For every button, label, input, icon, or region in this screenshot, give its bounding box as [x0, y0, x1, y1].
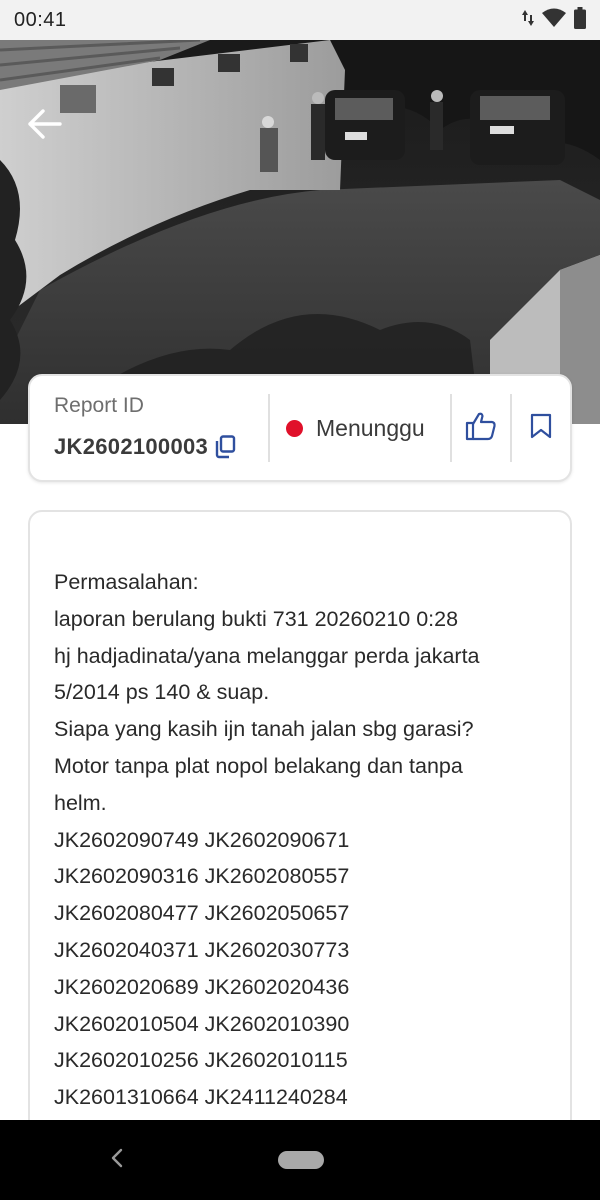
battery-icon [574, 6, 586, 34]
wifi-icon [542, 8, 566, 33]
report-id-section: Report ID JK2602100003 [30, 394, 268, 460]
thumbs-up-icon [465, 411, 497, 446]
navigation-bar [0, 1120, 600, 1200]
status-time: 00:41 [14, 8, 67, 31]
status-badge: Menunggu [270, 415, 450, 442]
report-photo[interactable] [0, 40, 600, 424]
bookmark-icon [530, 413, 552, 444]
nav-back-button[interactable] [104, 1146, 130, 1174]
description-card: Permasalahan: laporan berulang bukti 731… [28, 510, 572, 1200]
copy-icon[interactable] [214, 435, 236, 459]
home-pill-button[interactable] [278, 1151, 324, 1169]
bookmark-button[interactable] [512, 394, 570, 462]
status-icons [522, 6, 586, 34]
upvote-button[interactable] [452, 394, 510, 462]
report-id-row: JK2602100003 [54, 434, 268, 460]
report-summary-card: Report ID JK2602100003 Menunggu [28, 374, 572, 482]
data-arrows-icon [522, 8, 534, 33]
status-text: Menunggu [316, 414, 425, 441]
report-id-value: JK2602100003 [54, 434, 209, 459]
description-text: Permasalahan: laporan berulang bukti 731… [54, 570, 480, 1110]
chevron-left-icon [110, 1148, 124, 1173]
status-bar: 00:41 [0, 0, 600, 40]
arrow-left-icon [26, 108, 62, 140]
back-button[interactable] [22, 102, 66, 146]
report-id-label: Report ID [54, 394, 144, 417]
status-dot [286, 419, 303, 437]
